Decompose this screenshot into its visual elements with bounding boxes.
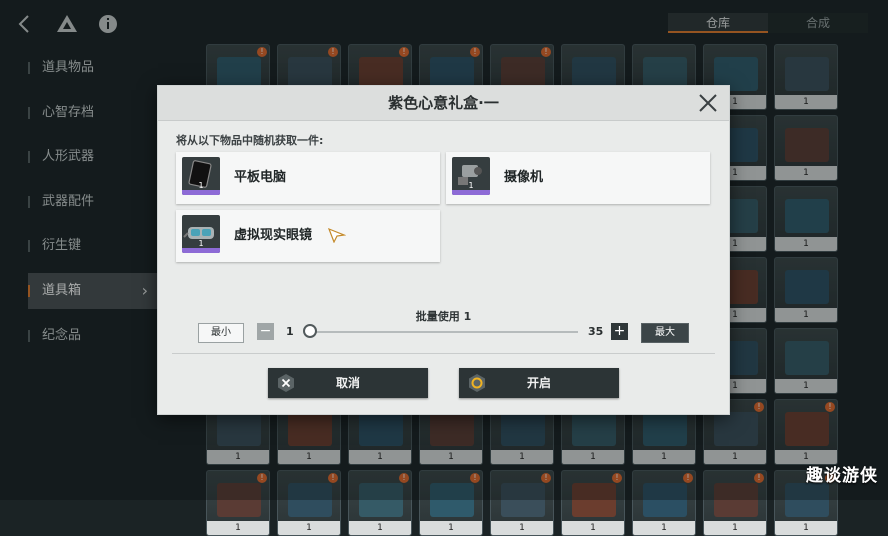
- vr-goggles-icon: 1: [182, 215, 220, 253]
- item-count: 1: [207, 521, 269, 535]
- close-circle-icon: [276, 373, 296, 393]
- camera-icon: 1: [452, 157, 490, 195]
- divider: [172, 353, 715, 354]
- min-button[interactable]: 最小: [198, 323, 244, 343]
- item-count: 1: [198, 239, 204, 248]
- minus-icon[interactable]: −: [257, 323, 274, 340]
- item-count: 1: [633, 521, 695, 535]
- batch-use-label: 批量使用 1: [415, 310, 472, 323]
- quantity-slider[interactable]: [310, 331, 578, 333]
- item-name: 摄像机: [504, 170, 544, 185]
- item-count: 1: [349, 521, 411, 535]
- dialog-header: 紫色心意礼盒·一: [158, 86, 729, 121]
- open-label: 开启: [526, 376, 551, 390]
- rarity-bar: [182, 248, 220, 253]
- item-name: 虚拟现实眼镜: [234, 228, 313, 243]
- slider-handle[interactable]: [303, 324, 317, 338]
- item-count: 1: [468, 181, 474, 190]
- item-count: 1: [562, 521, 624, 535]
- gift-box-dialog: 紫色心意礼盒·一 将从以下物品中随机获取一件: 1 平板电脑 1 摄像机 1 虚…: [158, 86, 729, 414]
- reward-item-tablet[interactable]: 1 平板电脑: [176, 152, 440, 204]
- cancel-button[interactable]: 取消: [268, 368, 428, 398]
- reward-item-camera[interactable]: 1 摄像机: [446, 152, 710, 204]
- tablet-icon: 1: [182, 157, 220, 195]
- rarity-bar: [452, 190, 490, 195]
- close-icon[interactable]: [697, 92, 719, 114]
- watermark: 趣谈游侠: [806, 466, 878, 486]
- item-count: 1: [278, 521, 340, 535]
- plus-icon[interactable]: +: [611, 323, 628, 340]
- dialog-title: 紫色心意礼盒·一: [388, 94, 499, 112]
- item-count: 1: [198, 181, 204, 190]
- item-count: 1: [775, 521, 837, 535]
- item-count: 1: [491, 521, 553, 535]
- pointer-cursor-icon: [327, 227, 347, 247]
- reward-item-vr-goggles[interactable]: 1 虚拟现实眼镜: [176, 210, 440, 262]
- open-button[interactable]: 开启: [459, 368, 619, 398]
- confirm-circle-icon: [467, 373, 487, 393]
- item-count: 1: [420, 521, 482, 535]
- max-button[interactable]: 最大: [641, 323, 689, 343]
- item-name: 平板电脑: [234, 170, 287, 185]
- item-count: 1: [704, 521, 766, 535]
- cancel-label: 取消: [335, 376, 360, 390]
- dialog-hint: 将从以下物品中随机获取一件:: [176, 134, 324, 147]
- slider-max-value: 35: [588, 325, 604, 338]
- slider-min-value: 1: [286, 325, 294, 338]
- rarity-bar: [182, 190, 220, 195]
